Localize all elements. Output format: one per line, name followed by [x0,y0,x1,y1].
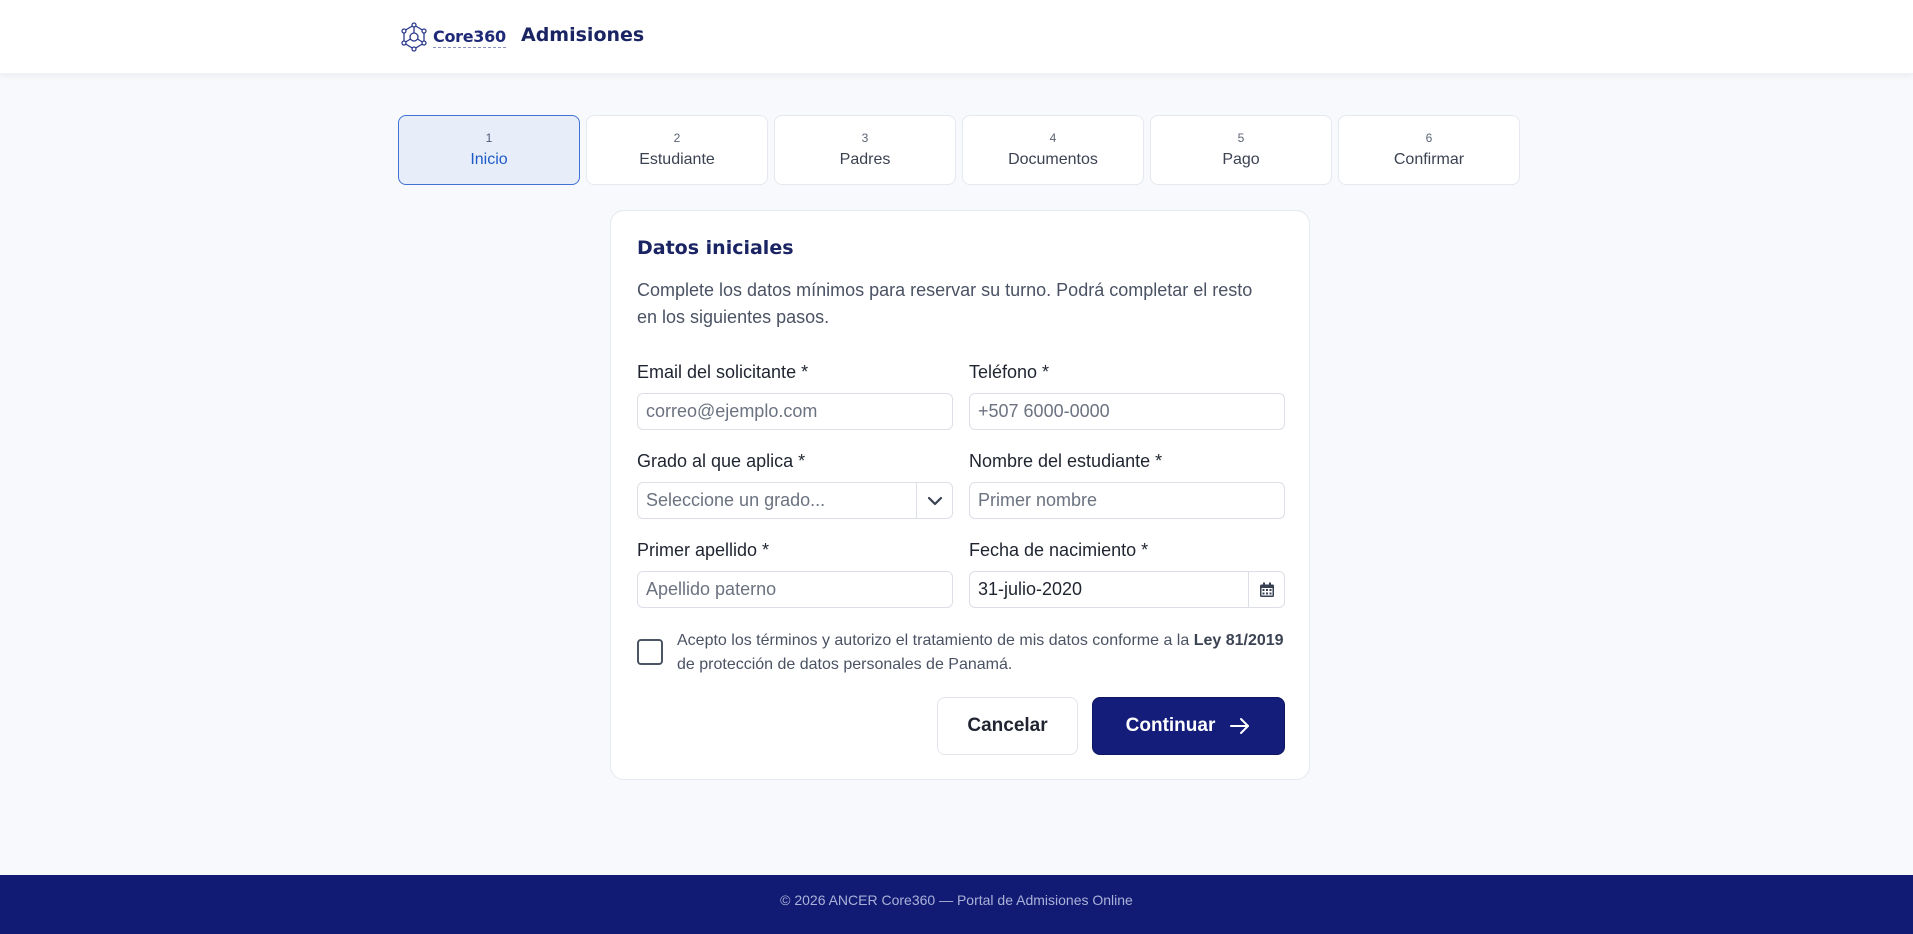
calendar-icon[interactable] [1248,572,1284,607]
step-number: 4 [1049,131,1057,145]
grade-label: Grado al que aplica * [637,451,806,471]
step-label: Pago [1222,151,1260,168]
grade-group: Grado al que aplica * Seleccione un grad… [637,451,953,519]
top-bar: Core360 Admisiones [0,0,1913,74]
consent-row: Acepto los términos y autorizo el tratam… [637,629,1287,677]
step-confirmar[interactable]: 6 Confirmar [1338,115,1520,185]
step-number: 3 [861,131,869,145]
brand-name: Core360 [433,26,506,48]
student-name-field[interactable] [969,482,1285,519]
chevron-down-icon[interactable] [916,483,952,518]
consent-law: Ley 81/2019 [1193,632,1284,649]
card-title: Datos iniciales [637,237,794,259]
step-label: Confirmar [1393,151,1465,168]
arrow-right-icon [1230,718,1250,734]
step-number: 2 [673,131,681,145]
footer-copyright: © 2026 ANCER Core360 — Portal de Admisio… [780,891,1133,908]
birth-date-label: Fecha de nacimiento * [969,540,1149,560]
wizard-stepper: 1 Inicio 2 Estudiante 3 Padres 4 Documen… [398,115,1520,185]
student-name-group: Nombre del estudiante * [969,451,1285,519]
step-label: Inicio [470,151,508,168]
step-number: 5 [1237,131,1245,145]
cancel-button[interactable]: Cancelar [937,697,1078,755]
email-field[interactable] [637,393,953,430]
step-inicio[interactable]: 1 Inicio [398,115,580,185]
student-name-label: Nombre del estudiante * [969,451,1163,471]
phone-group: Teléfono * [969,362,1285,430]
step-documentos[interactable]: 4 Documentos [962,115,1144,185]
consent-text-after: de protección de datos personales de Pan… [677,656,1013,673]
app-title: Admisiones [521,24,645,46]
card-description: Complete los datos mínimos para reservar… [637,280,1253,327]
footer: © 2026 ANCER Core360 — Portal de Admisio… [0,875,1913,934]
step-estudiante[interactable]: 2 Estudiante [586,115,768,185]
last-name-field[interactable] [637,571,953,608]
email-label: Email del solicitante * [637,362,809,382]
consent-text-before: Acepto los términos y autorizo el tratam… [677,632,1190,649]
step-number: 6 [1425,131,1433,145]
step-padres[interactable]: 3 Padres [774,115,956,185]
last-name-group: Primer apellido * [637,540,953,608]
phone-label: Teléfono * [969,362,1050,382]
initial-data-card: Datos iniciales Complete los datos mínim… [610,210,1310,780]
continue-label: Continuar [1125,715,1216,736]
step-label: Documentos [1008,151,1098,168]
continue-button[interactable]: Continuar [1092,697,1285,755]
consent-text: Acepto los términos y autorizo el tratam… [677,629,1287,677]
birth-date-field[interactable]: 31-julio-2020 [969,571,1285,608]
step-label: Estudiante [639,151,715,168]
brand-logo[interactable]: Core360 [399,20,506,54]
email-group: Email del solicitante * [637,362,953,430]
grade-selected-value: Seleccione un grado... [646,490,826,510]
phone-field[interactable] [969,393,1285,430]
step-label: Padres [839,151,891,168]
consent-checkbox[interactable] [637,639,663,665]
last-name-label: Primer apellido * [637,540,770,560]
birth-date-value: 31-julio-2020 [978,579,1083,599]
hexagon-network-icon [401,22,427,52]
step-number: 1 [485,131,493,145]
step-pago[interactable]: 5 Pago [1150,115,1332,185]
birth-date-group: Fecha de nacimiento * 31-julio-2020 [969,540,1285,608]
grade-select[interactable]: Seleccione un grado... [637,482,953,519]
